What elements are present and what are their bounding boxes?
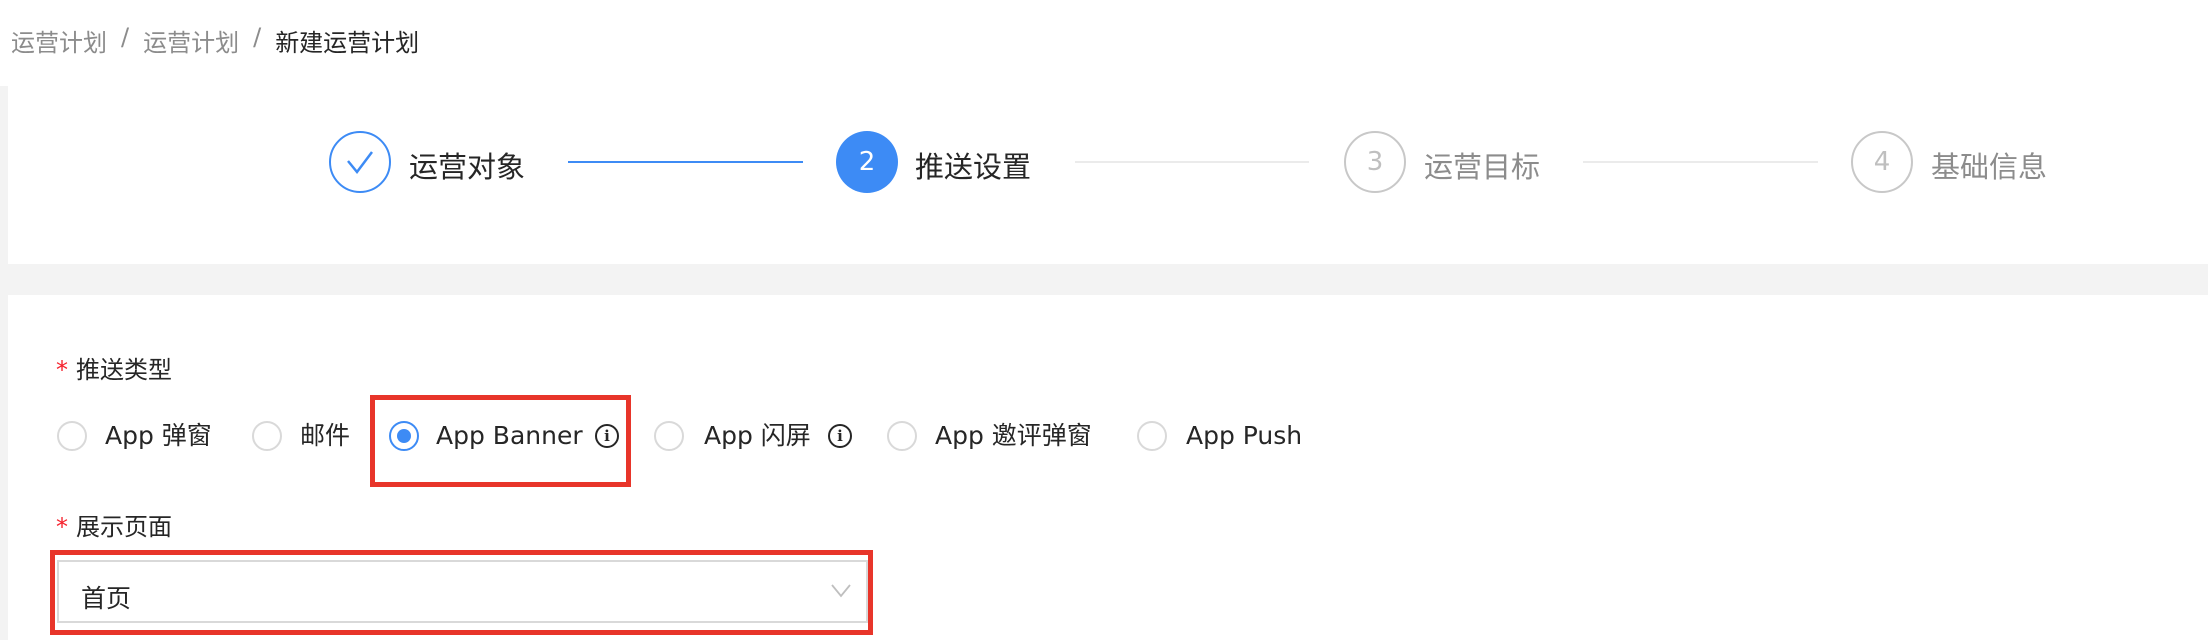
radio-label-app-splash[interactable]: App 闪屏 bbox=[704, 421, 811, 451]
step-connector bbox=[1075, 161, 1309, 163]
chevron-down-icon bbox=[831, 584, 851, 598]
step-2-number: 2 bbox=[836, 131, 898, 193]
radio-app-banner[interactable] bbox=[389, 421, 419, 451]
breadcrumb-current: 新建运营计划 bbox=[275, 29, 420, 57]
breadcrumb: 运营计划 / 运营计划 / 新建运营计划 bbox=[11, 23, 419, 58]
step-2-label: 推送设置 bbox=[915, 150, 1032, 184]
divider-band bbox=[0, 264, 2208, 295]
page-background bbox=[0, 86, 8, 640]
breadcrumb-item[interactable]: 运营计划 bbox=[11, 23, 107, 58]
select-value: 首页 bbox=[81, 584, 132, 613]
radio-label-app-review-popup[interactable]: App 邀评弹窗 bbox=[935, 421, 1092, 451]
display-page-select[interactable]: 首页 bbox=[57, 560, 868, 623]
step-1-check-icon bbox=[329, 131, 391, 193]
radio-app-popup[interactable] bbox=[57, 421, 87, 451]
step-3-label: 运营目标 bbox=[1424, 150, 1541, 184]
breadcrumb-separator: / bbox=[121, 23, 130, 51]
info-icon[interactable]: i bbox=[595, 424, 619, 448]
step-4-number: 4 bbox=[1851, 131, 1913, 193]
radio-email[interactable] bbox=[252, 421, 282, 451]
display-page-label-text: 展示页面 bbox=[76, 513, 172, 541]
breadcrumb-separator: / bbox=[253, 23, 262, 51]
push-type-label: * 推送类型 bbox=[56, 350, 172, 385]
radio-label-email[interactable]: 邮件 bbox=[300, 421, 350, 451]
step-connector bbox=[568, 161, 803, 163]
display-page-label: * 展示页面 bbox=[56, 507, 172, 542]
radio-app-review-popup[interactable] bbox=[887, 421, 917, 451]
step-4-label: 基础信息 bbox=[1931, 150, 2048, 184]
radio-label-app-push[interactable]: App Push bbox=[1186, 421, 1302, 451]
radio-app-push[interactable] bbox=[1137, 421, 1167, 451]
required-mark: * bbox=[56, 513, 68, 541]
required-mark: * bbox=[56, 356, 68, 384]
step-3-number: 3 bbox=[1344, 131, 1406, 193]
push-type-label-text: 推送类型 bbox=[76, 356, 172, 384]
radio-app-splash[interactable] bbox=[654, 421, 684, 451]
info-icon[interactable]: i bbox=[828, 424, 852, 448]
step-connector bbox=[1583, 161, 1818, 163]
radio-label-app-banner[interactable]: App Banner bbox=[436, 421, 583, 451]
breadcrumb-item[interactable]: 运营计划 bbox=[143, 23, 239, 58]
step-1-label: 运营对象 bbox=[409, 150, 526, 184]
radio-label-app-popup[interactable]: App 弹窗 bbox=[105, 421, 212, 451]
